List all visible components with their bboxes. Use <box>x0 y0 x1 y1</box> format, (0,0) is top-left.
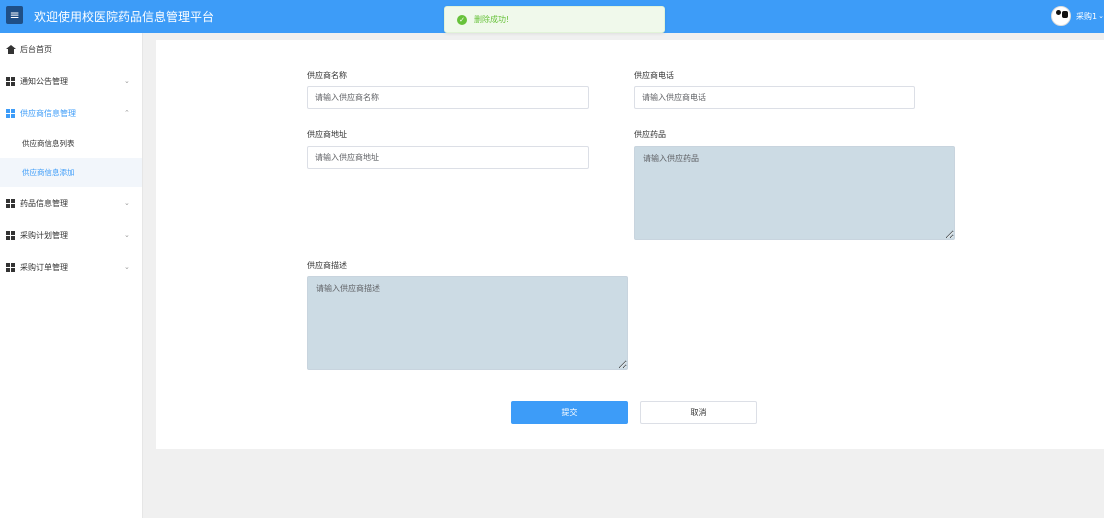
cancel-button[interactable]: 取消 <box>640 401 757 424</box>
sidebar-item-suppliers[interactable]: 供应商信息管理 ⌃ <box>0 97 142 129</box>
user-menu[interactable]: 采购1 ⌄ <box>1051 4 1104 28</box>
chevron-down-icon: ⌄ <box>124 77 130 85</box>
supplier-description-textarea[interactable] <box>307 276 628 370</box>
sidebar-item-purchase-plans[interactable]: 采购计划管理 ⌄ <box>0 219 142 251</box>
hamburger-icon[interactable]: ≡ <box>6 6 23 24</box>
username[interactable]: 采购1 <box>1076 11 1097 22</box>
sidebar-subitem-supplier-add[interactable]: 供应商信息添加 <box>0 158 142 187</box>
supplier-description-label: 供应商描述 <box>307 261 347 270</box>
supplier-drugs-textarea[interactable] <box>634 146 955 240</box>
grid-icon <box>6 76 15 86</box>
sidebar-item-label: 采购订单管理 <box>20 262 68 272</box>
home-icon <box>6 44 16 54</box>
grid-icon <box>6 262 15 272</box>
sidebar-subitem-supplier-list[interactable]: 供应商信息列表 <box>0 129 142 158</box>
submit-button[interactable]: 提交 <box>511 401 628 424</box>
grid-icon <box>6 230 15 240</box>
sidebar: 后台首页 通知公告管理 ⌄ 供应商信息管理 ⌃ 供应商信息列表 供应商信息添加 … <box>0 33 143 518</box>
chevron-down-icon: ⌄ <box>124 199 130 207</box>
sidebar-item-home[interactable]: 后台首页 <box>0 33 142 65</box>
chevron-down-icon[interactable]: ⌄ <box>1098 12 1104 20</box>
supplier-phone-label: 供应商电话 <box>634 71 674 80</box>
grid-icon <box>6 108 15 118</box>
sidebar-item-label: 供应商信息管理 <box>20 108 76 118</box>
avatar[interactable] <box>1051 6 1072 26</box>
app-title: 欢迎使用校医院药品信息管理平台 <box>34 10 215 24</box>
sidebar-item-label: 后台首页 <box>20 44 52 54</box>
chevron-down-icon: ⌄ <box>124 263 130 271</box>
sidebar-item-label: 通知公告管理 <box>20 76 68 86</box>
grid-icon <box>6 198 15 208</box>
supplier-name-label: 供应商名称 <box>307 71 347 80</box>
sidebar-item-drugs[interactable]: 药品信息管理 ⌄ <box>0 187 142 219</box>
supplier-drugs-label: 供应药品 <box>634 130 666 139</box>
sidebar-item-purchase-orders[interactable]: 采购订单管理 ⌄ <box>0 251 142 283</box>
check-circle-icon: ✓ <box>457 14 467 25</box>
chevron-up-icon: ⌃ <box>124 109 130 117</box>
supplier-address-input[interactable] <box>307 146 589 169</box>
sidebar-item-label: 采购计划管理 <box>20 230 68 240</box>
supplier-address-label: 供应商地址 <box>307 130 347 139</box>
sidebar-item-notices[interactable]: 通知公告管理 ⌄ <box>0 65 142 97</box>
supplier-name-input[interactable] <box>307 86 589 109</box>
supplier-add-form: 供应商名称 供应商电话 供应商地址 供应药品 供应商描述 提交 取消 <box>156 40 1104 449</box>
chevron-down-icon: ⌄ <box>124 231 130 239</box>
success-toast: ✓ 删除成功! <box>444 6 665 33</box>
supplier-phone-input[interactable] <box>634 86 915 109</box>
sidebar-item-label: 药品信息管理 <box>20 198 68 208</box>
toast-message: 删除成功! <box>474 15 510 24</box>
